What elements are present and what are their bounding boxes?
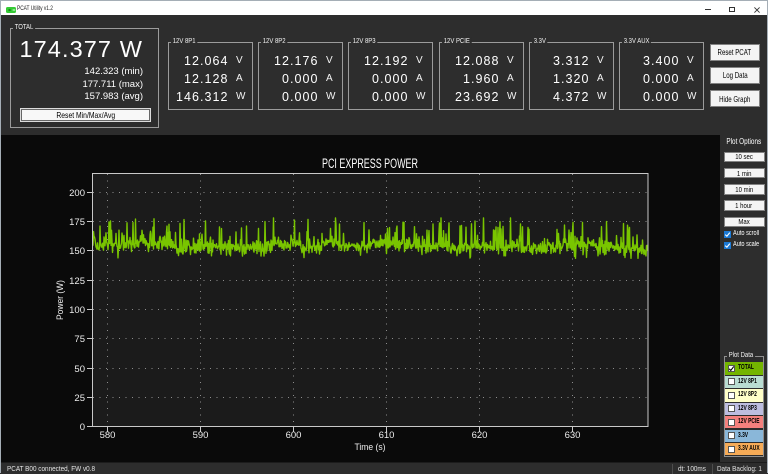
svg-text:125: 125 [69, 276, 85, 287]
svg-text:50: 50 [74, 364, 85, 375]
svg-text:Time (s): Time (s) [355, 442, 386, 453]
svg-text:580: 580 [100, 430, 116, 441]
svg-text:200: 200 [69, 188, 85, 199]
svg-text:25: 25 [74, 393, 85, 404]
svg-text:0: 0 [80, 422, 85, 433]
svg-text:Power (W): Power (W) [55, 280, 66, 320]
svg-text:630: 630 [565, 430, 581, 441]
svg-text:610: 610 [379, 430, 395, 441]
svg-text:150: 150 [69, 246, 85, 257]
svg-text:75: 75 [74, 334, 85, 345]
svg-text:175: 175 [69, 217, 85, 228]
svg-text:620: 620 [472, 430, 488, 441]
svg-text:590: 590 [193, 430, 209, 441]
svg-text:600: 600 [286, 430, 302, 441]
svg-text:PCI EXPRESS POWER: PCI EXPRESS POWER [322, 156, 418, 171]
svg-text:100: 100 [69, 305, 85, 316]
